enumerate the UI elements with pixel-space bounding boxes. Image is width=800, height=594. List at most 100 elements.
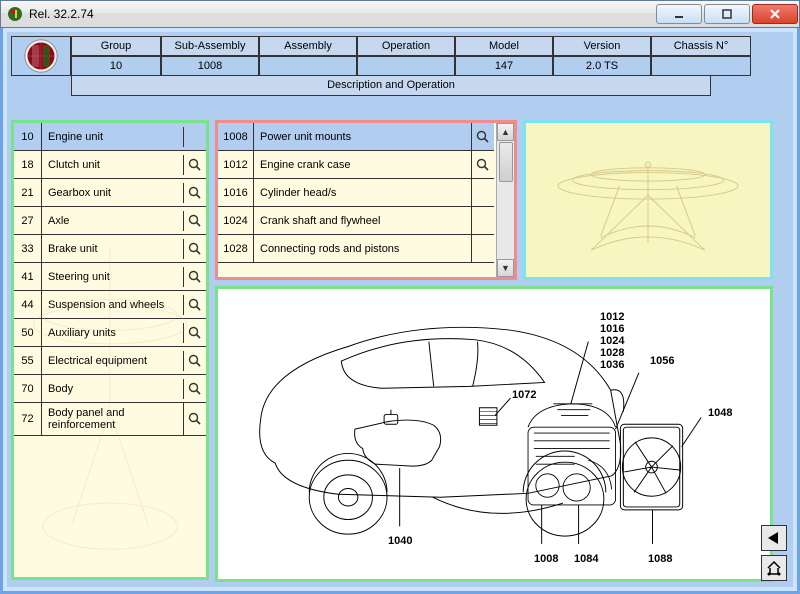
- header-col-model: Model: [455, 36, 553, 56]
- magnifier-icon[interactable]: [184, 151, 206, 178]
- minimize-button[interactable]: [656, 4, 702, 24]
- magnifier-icon[interactable]: [184, 123, 206, 150]
- group-row-72[interactable]: 72Body panel and reinforcement: [14, 403, 206, 436]
- group-row-33[interactable]: 33Brake unit: [14, 235, 206, 263]
- magnifier-icon[interactable]: [184, 375, 206, 402]
- home-button[interactable]: [761, 555, 787, 581]
- magnifier-icon[interactable]: [472, 123, 494, 150]
- scroll-up-button[interactable]: ▲: [497, 123, 514, 141]
- group-label: Clutch unit: [42, 155, 184, 175]
- callout-1012: 1012: [600, 311, 624, 323]
- callout-1048: 1048: [708, 407, 732, 419]
- subassembly-row-1024[interactable]: 1024Crank shaft and flywheel: [218, 207, 494, 235]
- callout-1024: 1024: [600, 335, 624, 347]
- callout-1056: 1056: [650, 355, 674, 367]
- header-val-subassembly: 1008: [161, 56, 259, 76]
- client-area: Group Sub-Assembly Assembly Operation Mo…: [0, 28, 800, 594]
- group-row-44[interactable]: 44Suspension and wheels: [14, 291, 206, 319]
- header-val-chassis: [651, 56, 751, 76]
- magnifier-icon[interactable]: [184, 235, 206, 262]
- magnifier-icon[interactable]: [184, 319, 206, 346]
- subassembly-code: 1008: [218, 123, 254, 150]
- subassembly-scrollbar[interactable]: ▲ ▼: [496, 123, 514, 277]
- group-code: 21: [14, 179, 42, 206]
- group-row-18[interactable]: 18Clutch unit: [14, 151, 206, 179]
- magnifier-icon[interactable]: [184, 179, 206, 206]
- header-col-operation: Operation: [357, 36, 455, 56]
- header-val-version: 2.0 TS: [553, 56, 651, 76]
- header-col-assembly: Assembly: [259, 36, 357, 56]
- group-row-41[interactable]: 41Steering unit: [14, 263, 206, 291]
- header-val-operation: [357, 56, 455, 76]
- group-label: Auxiliary units: [42, 323, 184, 343]
- group-code: 41: [14, 263, 42, 290]
- subassembly-row-1016[interactable]: 1016Cylinder head/s: [218, 179, 494, 207]
- magnifier-icon[interactable]: [184, 347, 206, 374]
- subassembly-code: 1028: [218, 235, 254, 262]
- window-title: Rel. 32.2.74: [29, 7, 94, 21]
- header-col-chassis: Chassis N°: [651, 36, 751, 56]
- group-code: 70: [14, 375, 42, 402]
- group-row-21[interactable]: 21Gearbox unit: [14, 179, 206, 207]
- group-row-10[interactable]: 10Engine unit: [14, 123, 206, 151]
- preview-panel: [523, 120, 773, 280]
- subassembly-code: 1012: [218, 151, 254, 178]
- group-label: Electrical equipment: [42, 351, 184, 371]
- header-col-group: Group: [71, 36, 161, 56]
- vehicle-diagram[interactable]: 1012 1016 1024 1028 1036 1056 1072 1048 …: [222, 293, 766, 575]
- subassembly-row-1008[interactable]: 1008Power unit mounts: [218, 123, 494, 151]
- magnifier-icon[interactable]: [184, 263, 206, 290]
- group-code: 72: [14, 403, 42, 435]
- subassembly-row-1028[interactable]: 1028Connecting rods and pistons: [218, 235, 494, 263]
- subassembly-label: Engine crank case: [254, 151, 472, 178]
- subassembly-label: Cylinder head/s: [254, 179, 472, 206]
- magnifier-icon[interactable]: [472, 207, 494, 234]
- scroll-down-button[interactable]: ▼: [497, 259, 514, 277]
- header-grid: Group Sub-Assembly Assembly Operation Mo…: [11, 36, 789, 96]
- group-code: 50: [14, 319, 42, 346]
- header-col-version: Version: [553, 36, 651, 56]
- group-row-70[interactable]: 70Body: [14, 375, 206, 403]
- callout-1072: 1072: [512, 389, 536, 401]
- app-icon: [7, 6, 23, 22]
- group-label: Brake unit: [42, 239, 184, 259]
- magnifier-icon[interactable]: [184, 403, 206, 435]
- subassembly-list-panel: 1008Power unit mounts1012Engine crank ca…: [215, 120, 517, 280]
- header-val-model: 147: [455, 56, 553, 76]
- header-val-assembly: [259, 56, 357, 76]
- group-label: Body panel and reinforcement: [42, 403, 184, 435]
- magnifier-icon[interactable]: [472, 151, 494, 178]
- subassembly-code: 1016: [218, 179, 254, 206]
- subassembly-row-1012[interactable]: 1012Engine crank case: [218, 151, 494, 179]
- callout-1036: 1036: [600, 359, 624, 371]
- callout-1016: 1016: [600, 323, 624, 335]
- close-button[interactable]: [752, 4, 798, 24]
- magnifier-icon[interactable]: [472, 235, 494, 262]
- callout-1008: 1008: [534, 553, 558, 565]
- magnifier-icon[interactable]: [184, 291, 206, 318]
- callout-1028: 1028: [600, 347, 624, 359]
- preview-sketch: [532, 129, 764, 271]
- scroll-thumb[interactable]: [499, 142, 513, 182]
- diagram-panel: 1012 1016 1024 1028 1036 1056 1072 1048 …: [215, 286, 773, 582]
- subassembly-code: 1024: [218, 207, 254, 234]
- group-row-55[interactable]: 55Electrical equipment: [14, 347, 206, 375]
- group-code: 10: [14, 123, 42, 150]
- magnifier-icon[interactable]: [184, 207, 206, 234]
- group-code: 27: [14, 207, 42, 234]
- brand-logo: [11, 36, 71, 76]
- group-code: 44: [14, 291, 42, 318]
- group-list-panel: 10Engine unit18Clutch unit21Gearbox unit…: [11, 120, 209, 580]
- group-label: Steering unit: [42, 267, 184, 287]
- group-label: Body: [42, 379, 184, 399]
- group-code: 33: [14, 235, 42, 262]
- group-label: Engine unit: [42, 127, 184, 147]
- magnifier-icon[interactable]: [472, 179, 494, 206]
- back-button[interactable]: [761, 525, 787, 551]
- group-row-27[interactable]: 27Axle: [14, 207, 206, 235]
- maximize-button[interactable]: [704, 4, 750, 24]
- header-val-group: 10: [71, 56, 161, 76]
- group-label: Suspension and wheels: [42, 295, 184, 315]
- group-row-50[interactable]: 50Auxiliary units: [14, 319, 206, 347]
- group-code: 55: [14, 347, 42, 374]
